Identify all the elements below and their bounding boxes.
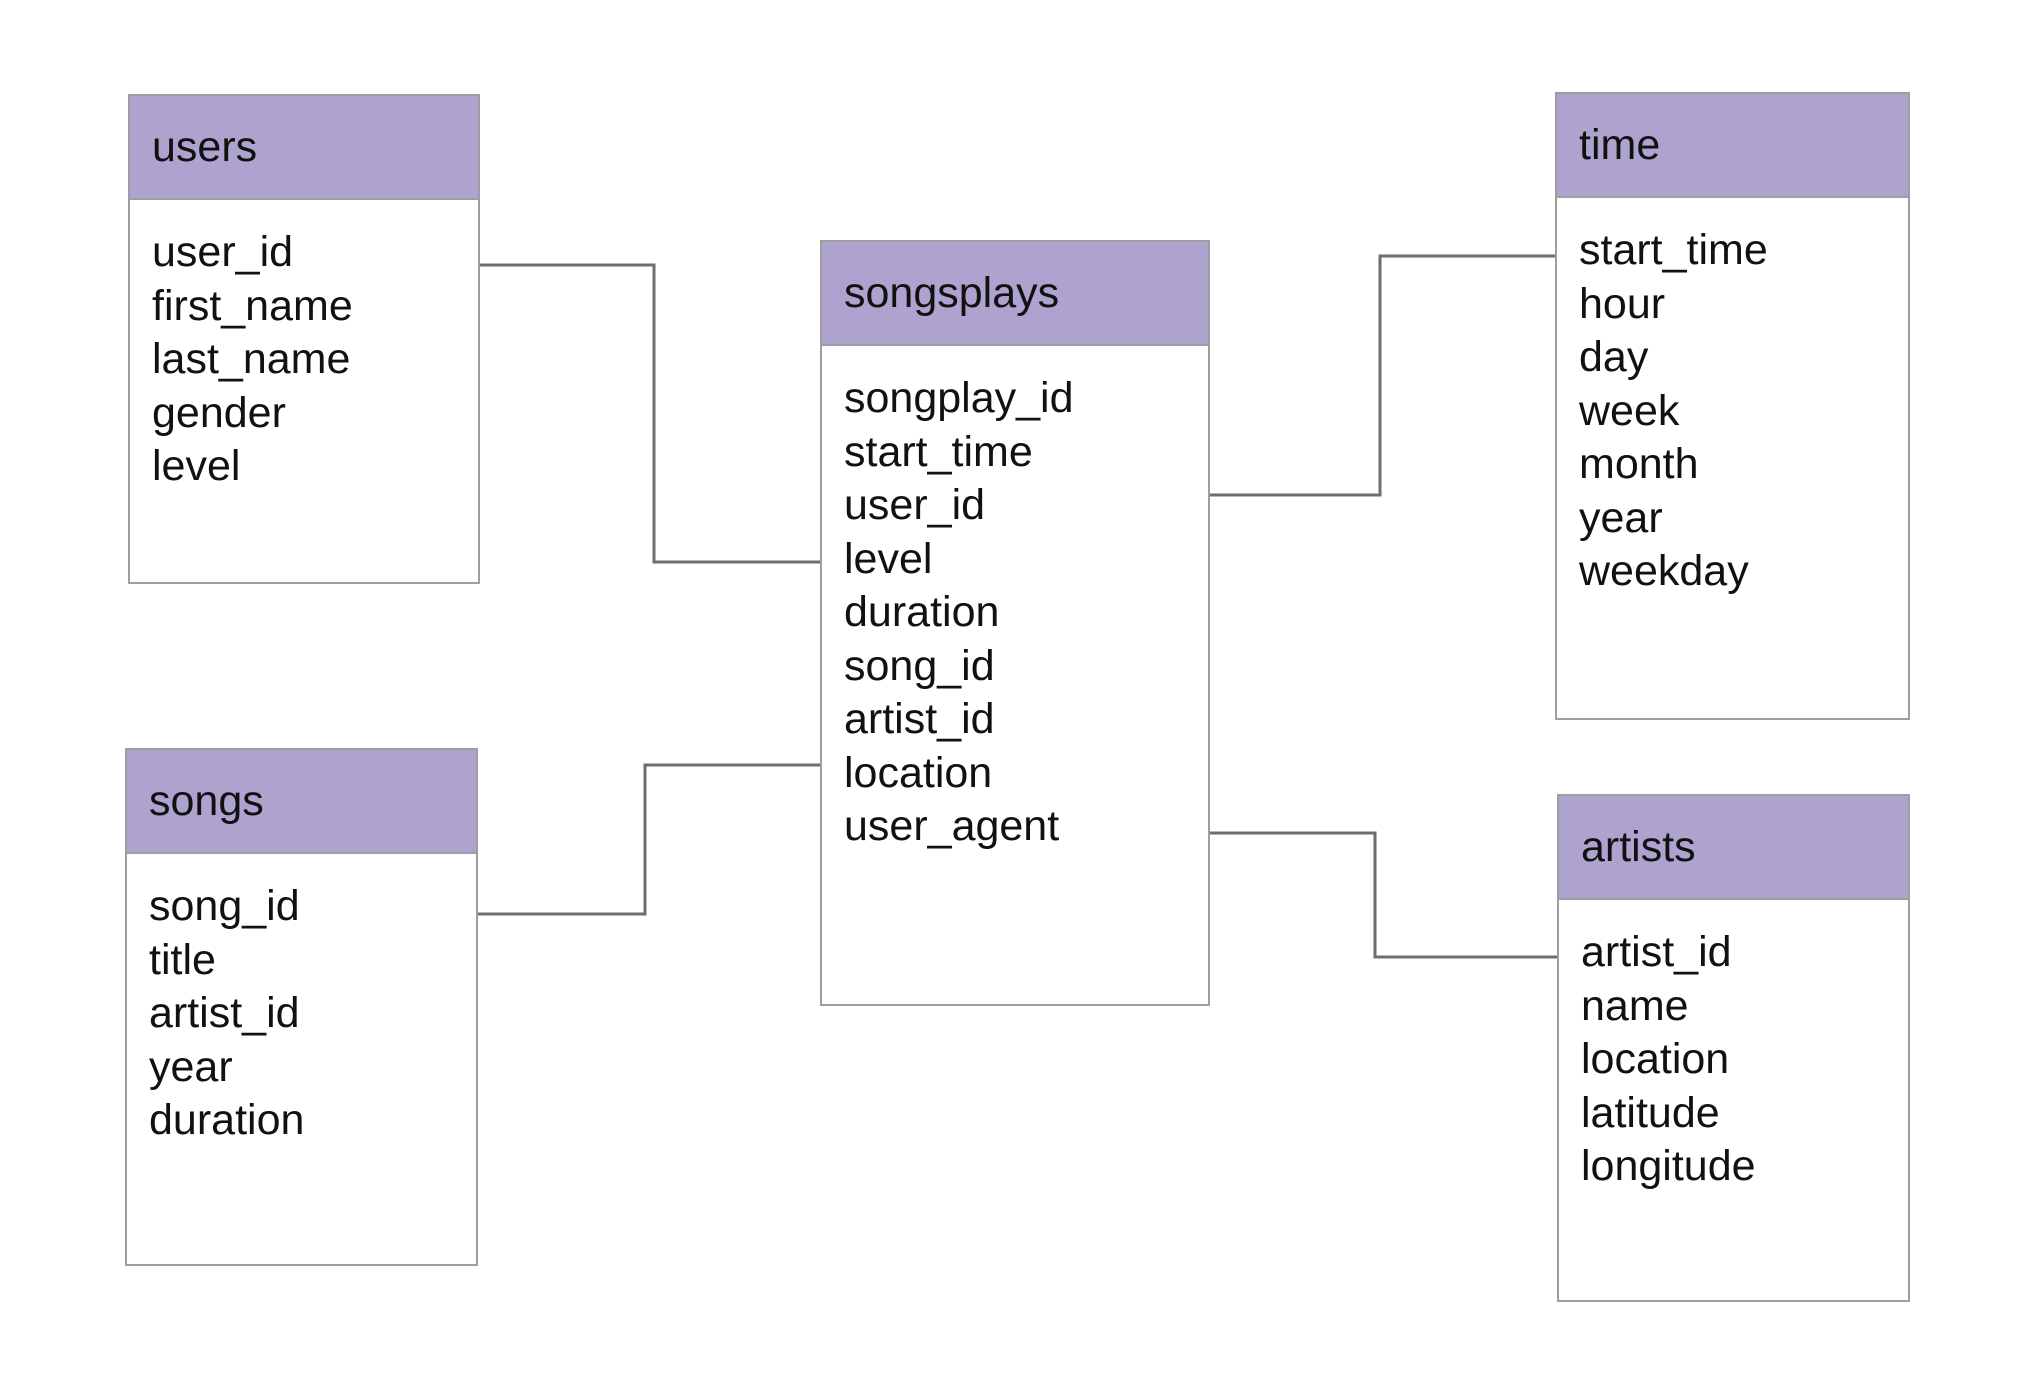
field-row: duration — [149, 1096, 305, 1145]
field-row: location — [1581, 1035, 1730, 1084]
entity-fields-songs: song_idtitle artist_id year duration — [127, 854, 476, 1172]
field-row: level — [152, 442, 241, 491]
field-row: songplay_id — [844, 374, 1074, 422]
field-row: song_id — [844, 641, 995, 690]
field-row: title — [149, 935, 216, 984]
field-row: level — [844, 534, 933, 583]
field-row: user_agent — [844, 802, 1060, 851]
er-diagram-canvas: users user_id first_name last_name gender lev… — [0, 0, 2022, 1400]
entity-table-songs[interactable]: songs song_idtitle artist_id year duration — [125, 748, 478, 1266]
entity-title-songs: songs — [149, 776, 264, 825]
field-row: user_id — [152, 228, 294, 276]
field-row: year — [1579, 493, 1663, 542]
entity-table-users[interactable]: users user_id first_name last_name gender lev… — [128, 94, 480, 584]
entity-title-users: users — [152, 122, 258, 171]
field-row: latitude — [1581, 1088, 1720, 1137]
entity-header-users: users — [130, 96, 478, 200]
entity-header-time: time — [1557, 94, 1908, 198]
field-row: start_time — [1579, 226, 1768, 274]
field-row: duration — [844, 588, 1000, 637]
field-row: month — [1579, 440, 1699, 489]
field-row: location — [844, 748, 993, 797]
field-row: start_time — [844, 427, 1033, 476]
field-row: artist_id — [149, 989, 300, 1038]
field-row: year — [149, 1042, 233, 1091]
entity-header-artists: artists — [1559, 796, 1908, 900]
entity-title-artists: artists — [1581, 822, 1696, 871]
field-row: user_id — [844, 481, 986, 530]
entity-fields-songsplays: songplay_id start_time user_id level duratio… — [822, 346, 1208, 878]
connector-users-to-songsplays — [480, 263, 820, 564]
entity-fields-artists: artist_idname location latitude longitude — [1559, 900, 1908, 1218]
entity-title-time: time — [1579, 120, 1661, 169]
entity-fields-users: user_id first_name last_name gender level — [130, 200, 478, 518]
field-row: day — [1579, 333, 1649, 382]
field-row: gender — [152, 388, 286, 437]
field-row: song_id — [149, 882, 300, 930]
entity-header-songsplays: songsplays — [822, 242, 1208, 346]
field-row: last_name — [152, 335, 351, 384]
entity-table-songsplays[interactable]: songsplays songplay_id start_time user_id le… — [820, 240, 1210, 1006]
field-row: artist_id — [1581, 928, 1732, 976]
entity-table-time[interactable]: time start_timehour day week month year weekda… — [1555, 92, 1910, 720]
field-row: hour — [1579, 279, 1666, 328]
field-row: artist_id — [844, 695, 995, 744]
field-row: first_name — [152, 281, 353, 330]
field-row: longitude — [1581, 1142, 1756, 1191]
field-row: name — [1581, 981, 1689, 1030]
entity-header-songs: songs — [127, 750, 476, 854]
entity-table-artists[interactable]: artists artist_idname location latitude long… — [1557, 794, 1910, 1302]
connector-songs-to-songsplays — [478, 763, 820, 916]
field-row: weekday — [1579, 547, 1749, 596]
connector-songsplays-to-artists — [1210, 831, 1557, 959]
connector-songsplays-to-time — [1210, 254, 1555, 497]
entity-title-songsplays: songsplays — [844, 268, 1060, 317]
entity-fields-time: start_timehour day week month year weekday — [1557, 198, 1908, 623]
field-row: week — [1579, 386, 1680, 435]
